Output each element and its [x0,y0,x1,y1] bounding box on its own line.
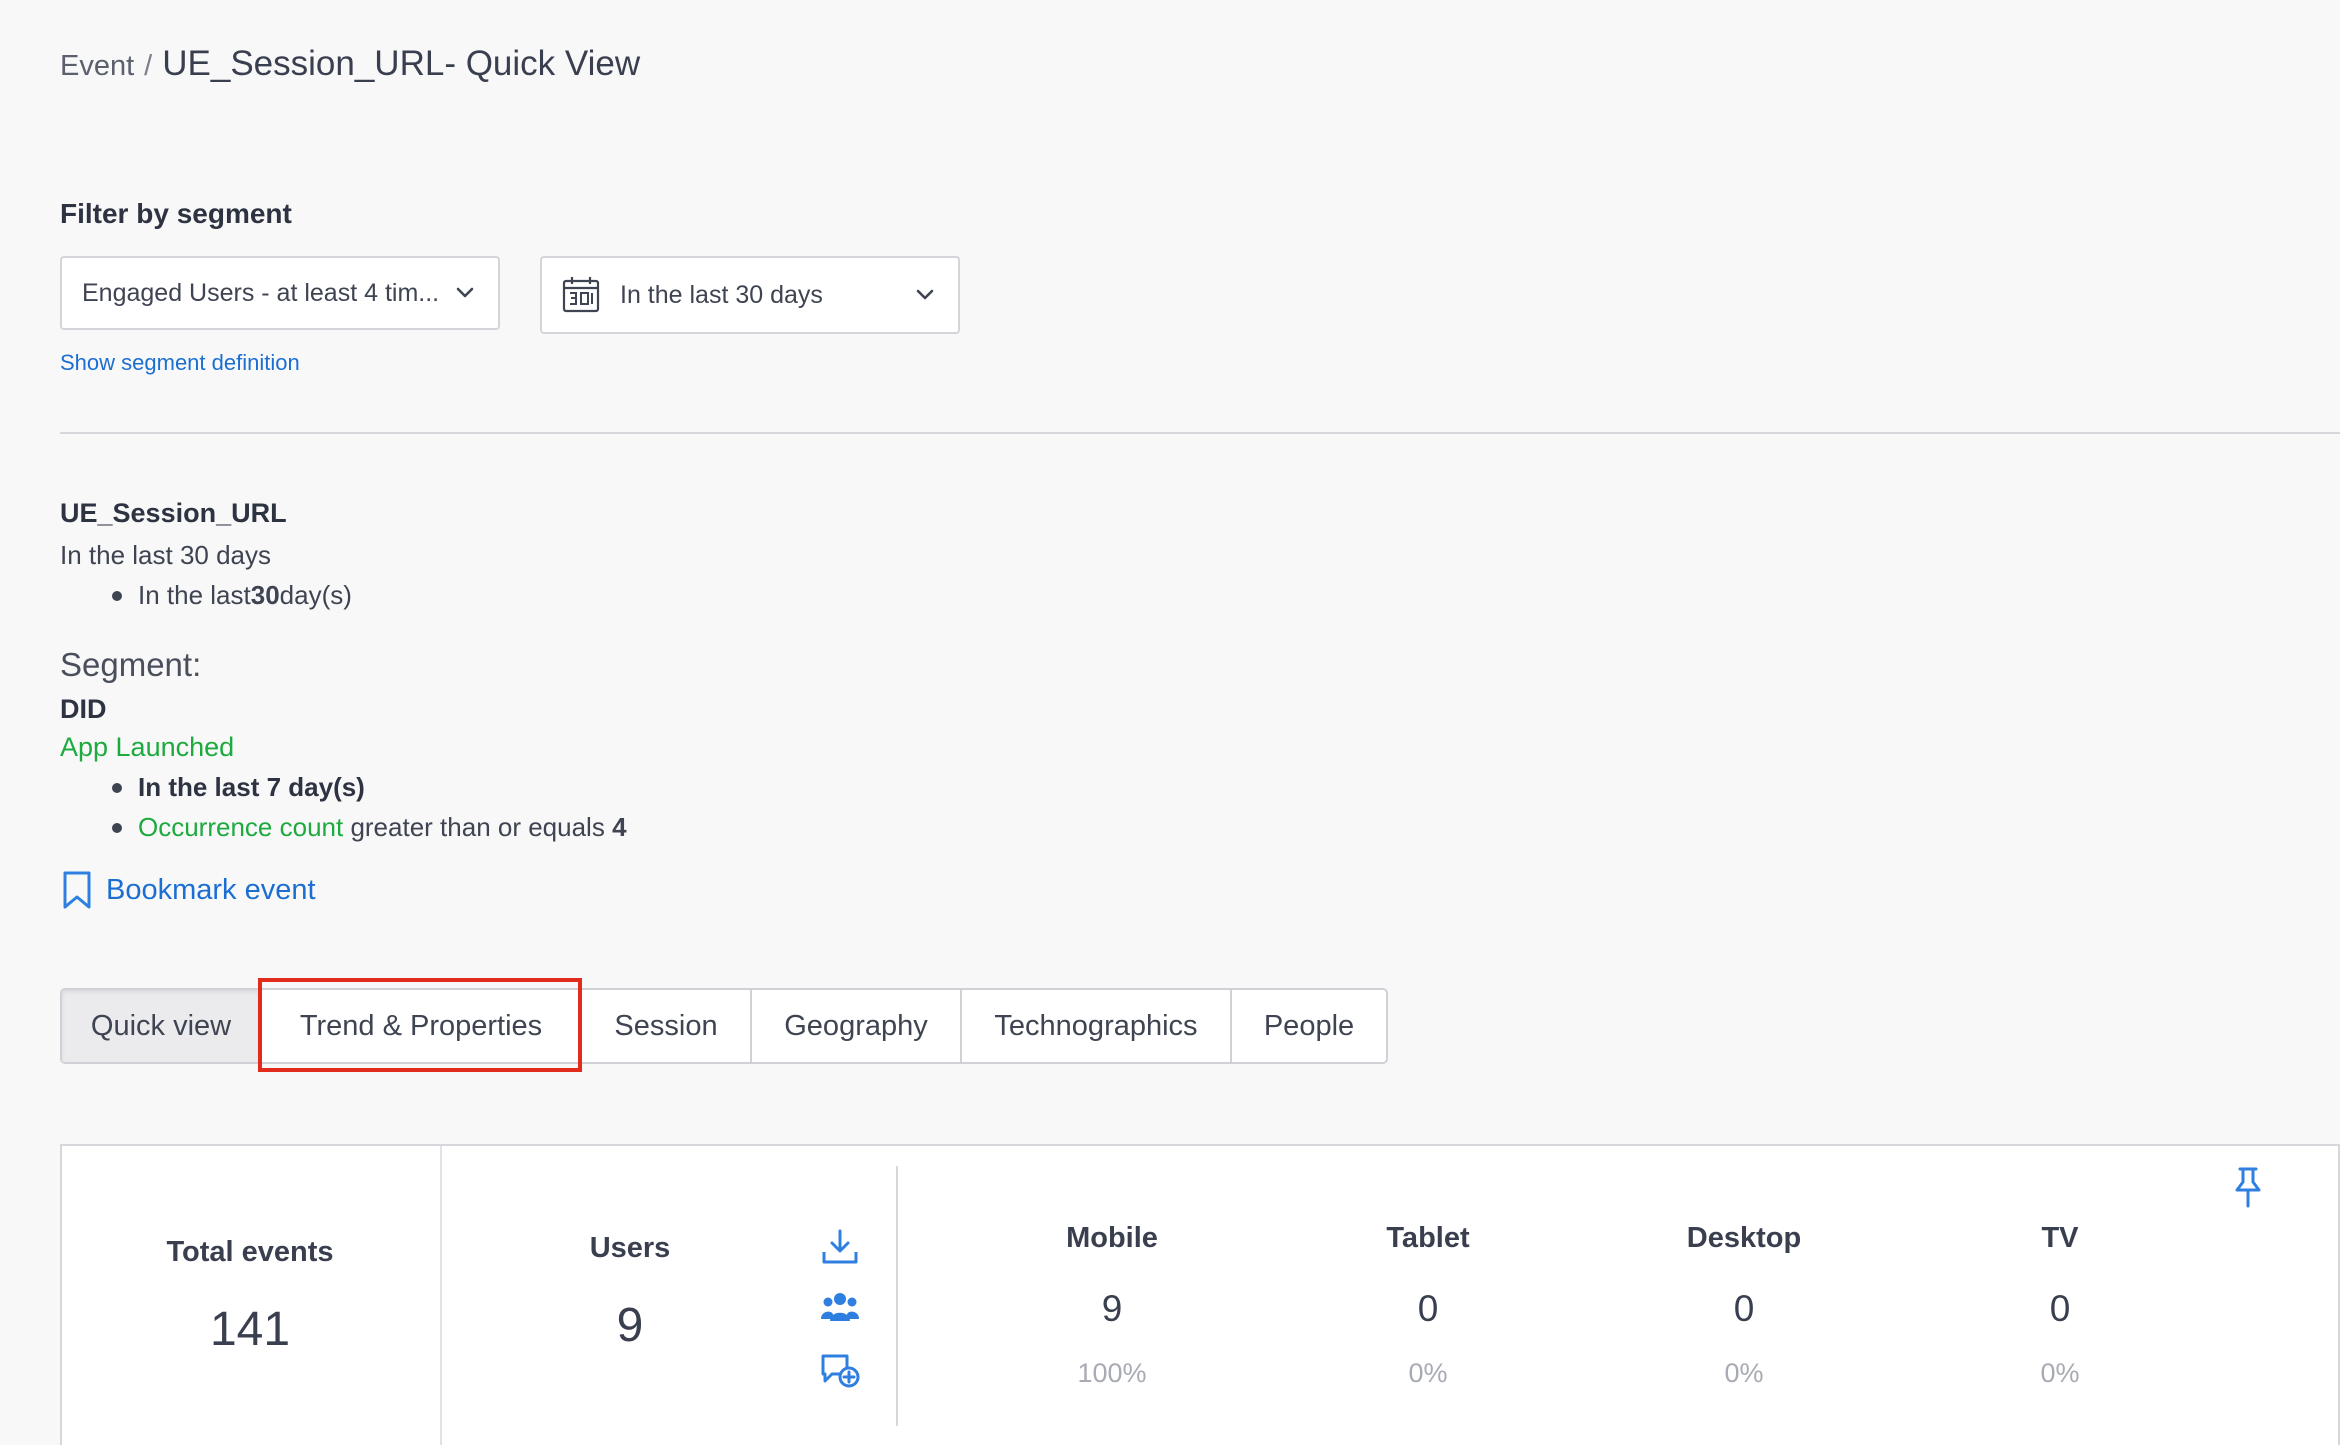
device-desktop-label: Desktop [1686,1222,1802,1254]
section-divider [60,432,2340,434]
chevron-down-icon [452,280,478,306]
event-name: UE_Session_URL [60,498,287,528]
stats-separator [896,1166,898,1426]
bookmark-event-button[interactable]: Bookmark event [60,870,316,910]
breadcrumb-event-link[interactable]: Event [60,50,134,83]
total-events-label: Total events [166,1236,334,1268]
tab-session[interactable]: Session [582,990,752,1062]
event-range: In the last 30 days [60,540,272,570]
tab-geography[interactable]: Geography [752,990,962,1062]
tab-quick-view[interactable]: Quick view [62,990,262,1062]
users-value: 9 [616,1299,644,1352]
device-tv-label: TV [2041,1222,2079,1254]
device-desktop-percent: 0% [1724,1358,1764,1388]
download-icon[interactable] [820,1228,860,1268]
segment-condition: DID [60,694,107,724]
event-range-detail: In the last 30 day(s) [112,580,352,611]
segment-dropdown[interactable]: Engaged Users - at least 4 tim... [60,256,500,330]
segment-heading: Segment: [60,646,202,683]
tab-technographics[interactable]: Technographics [962,990,1232,1062]
device-tv-percent: 0% [2040,1358,2080,1388]
date-range-value: In the last 30 days [620,280,823,309]
filter-label: Filter by segment [60,198,292,229]
device-tv-value: 0 [2049,1288,2071,1329]
page-title: UE_Session_URL- Quick View [162,44,641,83]
segment-dropdown-value: Engaged Users - at least 4 tim... [82,278,440,307]
device-mobile-label: Mobile [1066,1222,1158,1254]
total-events-value: 141 [209,1303,291,1356]
bullet-dot [112,822,122,833]
quick-view-page: Event / UE_Session_URL- Quick View Filte… [0,0,2340,1445]
calendar-icon [562,276,600,314]
show-segment-definition-link[interactable]: Show segment definition [60,350,300,376]
segment-event: App Launched [60,732,235,762]
device-desktop-value: 0 [1733,1288,1755,1329]
segment-count-rule: Occurrence count greater than or equals … [112,812,627,843]
bullet-dot [112,590,122,601]
users-group-icon[interactable] [820,1288,860,1328]
breadcrumb-separator: / [144,50,153,82]
tab-people[interactable]: People [1232,990,1386,1062]
device-mobile-value: 9 [1101,1288,1123,1329]
device-tablet-label: Tablet [1386,1222,1470,1254]
tab-trend-properties[interactable]: Trend & Properties [262,990,582,1062]
bookmark-label: Bookmark event [106,873,316,906]
message-add-icon[interactable] [820,1350,860,1390]
device-mobile-percent: 100% [1077,1358,1147,1388]
pin-icon[interactable] [2232,1166,2264,1208]
total-events-panel [62,1146,442,1445]
date-range-dropdown[interactable]: In the last 30 days [540,256,960,334]
device-tablet-value: 0 [1417,1288,1439,1329]
users-label: Users [589,1232,671,1264]
bookmark-icon [63,871,91,909]
segment-time-rule: In the last 7 day(s) [112,772,365,803]
tab-bar: Quick view Trend & Properties Session Ge… [60,988,1388,1064]
chevron-down-icon [912,282,938,308]
device-tablet-percent: 0% [1408,1358,1448,1388]
bullet-dot [112,782,122,793]
breadcrumb: Event / UE_Session_URL- Quick View [60,44,640,84]
